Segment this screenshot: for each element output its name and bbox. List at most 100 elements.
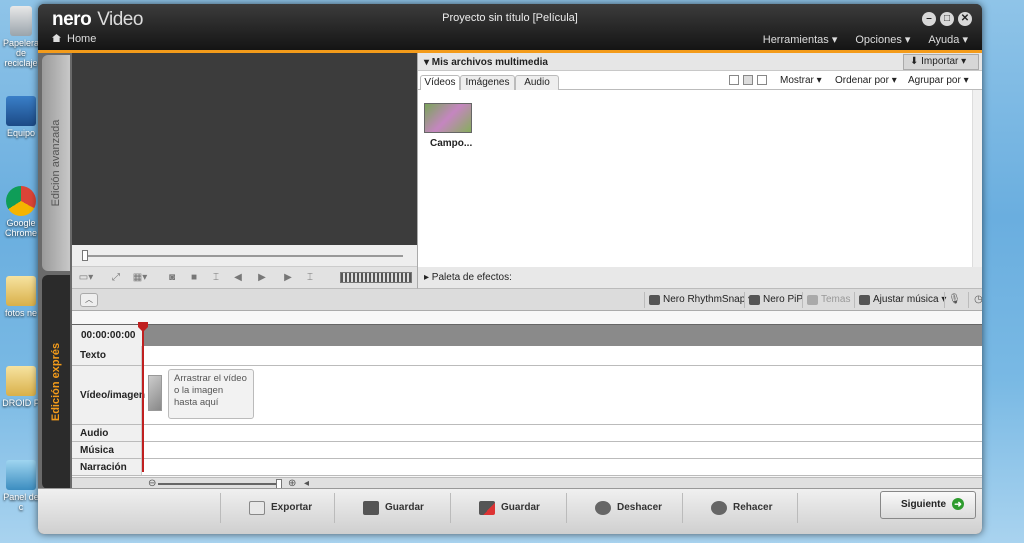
nero-video-window: nero Video Home Proyecto sin título [Pelí… [38, 4, 982, 534]
mark-in-icon[interactable]: ⌶ [208, 270, 224, 286]
playhead[interactable] [142, 324, 144, 472]
close-button[interactable]: ✕ [958, 12, 972, 26]
media-scrollbar[interactable] [972, 90, 982, 267]
pip-icon [749, 295, 760, 305]
prev-frame-icon[interactable]: ◀ [230, 270, 246, 286]
redo-button[interactable]: Rehacer [682, 493, 798, 523]
adjust-music-icon [859, 295, 870, 305]
tab-advanced-editing[interactable]: Edición avanzada [42, 55, 70, 271]
save-as-button[interactable]: Guardar como... [450, 493, 566, 534]
menu-opciones[interactable]: Opciones ▾ [855, 34, 910, 46]
drop-placeholder [148, 375, 162, 411]
track-text[interactable]: Texto [72, 346, 982, 366]
chrome-icon [6, 186, 36, 216]
title-bar: nero Video Home Proyecto sin título [Pelí… [38, 4, 982, 50]
home-icon [52, 34, 61, 42]
footer-bar: Exportar Guardar Guardar como... Deshace… [38, 488, 982, 534]
media-thumbnail[interactable] [424, 103, 472, 133]
themes-button[interactable]: Temas [802, 292, 850, 308]
aspect-icon[interactable]: ▦▾ [132, 270, 148, 286]
computer-icon [6, 96, 36, 126]
desktop-icon-label: Google Chrome [4, 218, 37, 238]
timeline: 00:00:00:00 Texto Vídeo/imagen Audio Mús… [72, 311, 982, 489]
redo-icon [711, 501, 727, 515]
desktop-icon-label: fotos ne [4, 308, 38, 318]
timeline-ruler[interactable]: 00:00:00:00 [72, 324, 982, 347]
desktop-folder-droid[interactable]: DROID P [0, 366, 42, 408]
menu-ayuda[interactable]: Ayuda ▾ [928, 34, 968, 46]
window-controls: – □ ✕ [918, 12, 972, 26]
collapse-icon[interactable]: ︿ [80, 293, 98, 307]
volume-meter[interactable] [340, 272, 412, 283]
preview-toolbar: ▭▾ ⤢ ▦▾ ◙ ■ ⌶ ◀ ▶ ▶ ⌶ [72, 267, 417, 289]
drop-hint: Arrastrar el vídeo o la imagen hasta aqu… [168, 369, 254, 419]
recycle-bin-icon [10, 6, 32, 36]
tab-express-editing[interactable]: Edición exprés [42, 275, 70, 489]
desktop-folder-fotos[interactable]: fotos ne [0, 276, 42, 318]
maximize-button[interactable]: □ [940, 12, 954, 26]
scrubber-track [86, 255, 403, 257]
snapshot-icon[interactable]: ◙ [164, 270, 180, 286]
zoom-track [158, 483, 278, 485]
desktop-icon-label: Papelera de reciclaje [2, 38, 40, 68]
desktop-recycle-bin[interactable]: Papelera de reciclaje [0, 6, 42, 68]
preview-scrubber[interactable] [72, 245, 417, 267]
play-icon[interactable]: ▶ [254, 270, 270, 286]
adjust-music-button[interactable]: Ajustar música ▾ [854, 292, 946, 308]
folder-icon [6, 366, 36, 396]
folder-icon [6, 276, 36, 306]
next-frame-icon[interactable]: ▶ [280, 270, 296, 286]
view-grid-icon[interactable] [743, 75, 753, 85]
menu-herramientas[interactable]: Herramientas ▾ [763, 34, 838, 46]
save-icon [363, 501, 379, 515]
tab-audio[interactable]: Audio [515, 75, 559, 90]
media-tabs: Vídeos Imágenes Audio [418, 72, 982, 90]
track-narration[interactable]: Narración [72, 459, 982, 476]
desktop-icon-label: Panel de c [3, 492, 39, 512]
sort-dropdown[interactable]: Ordenar por ▾ [835, 75, 897, 86]
timeline-toolbar: ︿ Nero RhythmSnap ▾ Nero PiP Temas Ajust… [72, 289, 982, 311]
pip-button[interactable]: Nero PiP [744, 292, 803, 308]
side-tabs: Edición avanzada Edición exprés [38, 53, 72, 493]
media-panel: ▾ Mis archivos multimedia ⬇ Importar ▾ V… [417, 53, 982, 267]
group-dropdown[interactable]: Agrupar por ▾ [908, 75, 969, 86]
display-mode-icon[interactable]: ▭▾ [78, 270, 94, 286]
save-as-icon [479, 501, 495, 515]
fullscreen-icon[interactable]: ⤢ [108, 270, 124, 286]
main-menu: Herramientas ▾ Opciones ▾ Ayuda ▾ [745, 33, 968, 46]
media-item-label: Campo... [430, 138, 473, 149]
desktop-icon-label: Equipo [6, 128, 36, 138]
control-panel-icon [6, 460, 36, 490]
clock-icon[interactable]: ◷ [968, 292, 982, 308]
export-icon [249, 501, 265, 515]
rhythmsnap-button[interactable]: Nero RhythmSnap ▾ [644, 292, 753, 308]
scrubber-handle[interactable] [82, 250, 88, 261]
arrow-right-icon: ➜ [952, 498, 965, 511]
video-preview [72, 53, 417, 267]
desktop-chrome[interactable]: Google Chrome [0, 186, 42, 238]
view-large-icon[interactable] [729, 75, 739, 85]
timecode: 00:00:00:00 [72, 325, 142, 347]
tab-videos[interactable]: Vídeos [420, 75, 460, 90]
tab-images[interactable]: Imágenes [460, 75, 515, 90]
view-list-icon[interactable] [757, 75, 767, 85]
import-button[interactable]: ⬇ Importar ▾ [903, 54, 979, 70]
effects-palette[interactable]: ▸ Paleta de efectos: [417, 267, 982, 289]
export-button[interactable]: Exportar [220, 493, 334, 523]
track-music[interactable]: Música [72, 442, 982, 459]
microphone-icon[interactable]: 🎙 [944, 292, 964, 308]
media-panel-header[interactable]: ▾ Mis archivos multimedia ⬇ Importar ▾ [418, 53, 982, 71]
rhythmsnap-icon [649, 295, 660, 305]
window-title: Proyecto sin título [Película] [442, 12, 578, 24]
mark-out-icon[interactable]: ⌶ [302, 270, 318, 286]
desktop-control-panel[interactable]: Panel de c [0, 460, 42, 512]
save-button[interactable]: Guardar [334, 493, 450, 523]
undo-button[interactable]: Deshacer [566, 493, 682, 523]
track-audio[interactable]: Audio [72, 425, 982, 442]
home-button[interactable]: Home [52, 33, 96, 45]
desktop-computer[interactable]: Equipo [0, 96, 42, 138]
next-button[interactable]: Siguiente ➜ [880, 491, 976, 519]
stop-icon[interactable]: ■ [186, 270, 202, 286]
show-dropdown[interactable]: Mostrar ▾ [780, 75, 822, 86]
minimize-button[interactable]: – [922, 12, 936, 26]
